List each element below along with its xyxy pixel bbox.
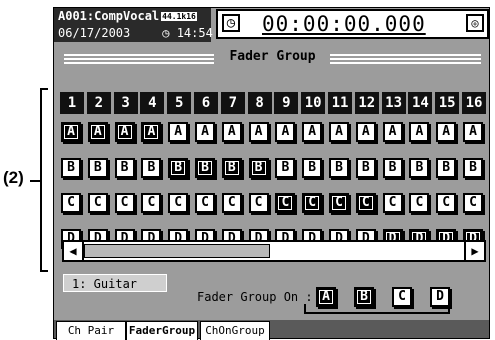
channel-header-2: 2 [86, 92, 111, 114]
counter-box[interactable]: ◷ 00:00:00.000 ◎ [216, 9, 489, 39]
fader-group-on-bracket [304, 304, 450, 314]
annotation-bracket [40, 88, 48, 272]
group-row-a: AAAAAAAAAAAAAAAA [60, 120, 490, 146]
group-a-ch3-button[interactable]: A [114, 122, 135, 142]
channel-header-3: 3 [113, 92, 138, 114]
tab-fadergroup[interactable]: FaderGroup [126, 321, 198, 340]
group-c-ch6-button[interactable]: C [195, 193, 215, 213]
horizontal-scrollbar[interactable]: ◀ ▶ [62, 240, 486, 262]
page-title-bar: Fader Group [62, 48, 483, 70]
selected-channel-name: 1: Guitar [63, 274, 167, 292]
group-a-ch1-button[interactable]: A [61, 122, 81, 142]
channel-header-1: 1 [60, 92, 84, 114]
group-b-ch4-button[interactable]: B [141, 158, 162, 178]
sample-rate-badge: 44.1k16 [161, 12, 197, 21]
group-row-b: BBBBBBBBBBBBBBBB [60, 156, 490, 182]
group-c-ch13-button[interactable]: C [382, 193, 403, 213]
channel-header-7: 7 [220, 92, 245, 114]
group-b-ch13-button[interactable]: B [382, 158, 403, 178]
channel-header-10: 10 [301, 92, 326, 114]
clock-icon[interactable]: ◷ [222, 14, 240, 32]
channel-header-14: 14 [408, 92, 433, 114]
group-b-ch2-button[interactable]: B [87, 158, 108, 178]
group-b-ch3-button[interactable]: B [114, 158, 135, 178]
group-a-ch15-button[interactable]: A [436, 122, 457, 142]
group-a-ch12-button[interactable]: A [355, 122, 376, 142]
group-b-ch6-button[interactable]: B [195, 158, 215, 178]
scroll-left-arrow-icon[interactable]: ◀ [64, 242, 84, 260]
group-c-ch15-button[interactable]: C [436, 193, 457, 213]
channel-header-4: 4 [140, 92, 165, 114]
group-b-ch1-button[interactable]: B [61, 158, 81, 178]
channel-header-9: 9 [274, 92, 299, 114]
device-screen: A001:CompVocal 44.1k16 06/17/2003 ◷ 14:54 … [53, 7, 490, 340]
group-c-ch2-button[interactable]: C [87, 193, 108, 213]
fader-group-on-label: Fader Group On : [197, 290, 313, 304]
date: 06/17/2003 [58, 26, 131, 40]
tab-ch-pair[interactable]: Ch Pair [56, 321, 126, 340]
time: 14:54 [176, 26, 213, 40]
group-b-ch10-button[interactable]: B [302, 158, 323, 178]
song-info-box: A001:CompVocal 44.1k16 06/17/2003 ◷ 14:54 [54, 8, 213, 42]
group-row-c: CCCCCCCCCCCCCCCC [60, 191, 490, 217]
time-counter: 00:00:00.000 [262, 12, 426, 36]
channel-header-16: 16 [462, 92, 486, 114]
channel-header-8: 8 [247, 92, 272, 114]
group-b-ch11-button[interactable]: B [329, 158, 349, 178]
group-b-ch14-button[interactable]: B [409, 158, 430, 178]
group-a-ch8-button[interactable]: A [248, 122, 269, 142]
group-b-ch12-button[interactable]: B [355, 158, 376, 178]
page-title: Fader Group [229, 49, 316, 64]
group-a-ch9-button[interactable]: A [275, 122, 296, 142]
snapshot-icon[interactable]: ◎ [466, 14, 484, 32]
clock-small-icon: ◷ [162, 26, 177, 40]
channel-header-6: 6 [194, 92, 218, 114]
group-c-ch14-button[interactable]: C [409, 193, 430, 213]
group-b-ch16-button[interactable]: B [463, 158, 483, 178]
group-c-ch3-button[interactable]: C [114, 193, 135, 213]
channel-header-15: 15 [435, 92, 460, 114]
group-c-ch16-button[interactable]: C [463, 193, 483, 213]
group-a-ch6-button[interactable]: A [195, 122, 215, 142]
group-a-ch13-button[interactable]: A [382, 122, 403, 142]
group-b-ch9-button[interactable]: B [275, 158, 296, 178]
group-c-ch5-button[interactable]: C [168, 193, 189, 213]
annotation-tick [30, 180, 40, 182]
scroll-right-arrow-icon[interactable]: ▶ [464, 242, 484, 260]
song-id: A001:CompVocal [58, 9, 160, 23]
group-c-ch11-button[interactable]: C [329, 193, 349, 213]
group-c-ch1-button[interactable]: C [61, 193, 81, 213]
group-a-ch7-button[interactable]: A [221, 122, 242, 142]
group-b-ch5-button[interactable]: B [168, 158, 189, 178]
group-a-ch4-button[interactable]: A [141, 122, 162, 142]
group-c-ch12-button[interactable]: C [355, 193, 376, 213]
channel-header-13: 13 [381, 92, 406, 114]
group-b-ch7-button[interactable]: B [221, 158, 242, 178]
channel-header-11: 11 [328, 92, 352, 114]
channel-header-12: 12 [354, 92, 379, 114]
group-c-ch4-button[interactable]: C [141, 193, 162, 213]
annotation-label: (2) [3, 168, 24, 187]
group-b-ch15-button[interactable]: B [436, 158, 457, 178]
group-c-ch10-button[interactable]: C [302, 193, 323, 213]
group-c-ch7-button[interactable]: C [221, 193, 242, 213]
group-b-ch8-button[interactable]: B [248, 158, 269, 178]
group-c-ch9-button[interactable]: C [275, 193, 296, 213]
tab-chongroup[interactable]: ChOnGroup [200, 321, 270, 340]
scroll-thumb[interactable] [84, 244, 270, 258]
tab-bar: Ch Pair FaderGroup ChOnGroup [54, 320, 489, 340]
channel-header-5: 5 [167, 92, 192, 114]
channel-header-row: 1 2 3 4 5 6 7 8 9 10 11 12 13 14 15 16 [60, 92, 490, 118]
group-a-ch2-button[interactable]: A [87, 122, 108, 142]
group-a-ch11-button[interactable]: A [329, 122, 349, 142]
group-a-ch5-button[interactable]: A [168, 122, 189, 142]
group-a-ch14-button[interactable]: A [409, 122, 430, 142]
group-c-ch8-button[interactable]: C [248, 193, 269, 213]
group-a-ch16-button[interactable]: A [463, 122, 483, 142]
group-a-ch10-button[interactable]: A [302, 122, 323, 142]
